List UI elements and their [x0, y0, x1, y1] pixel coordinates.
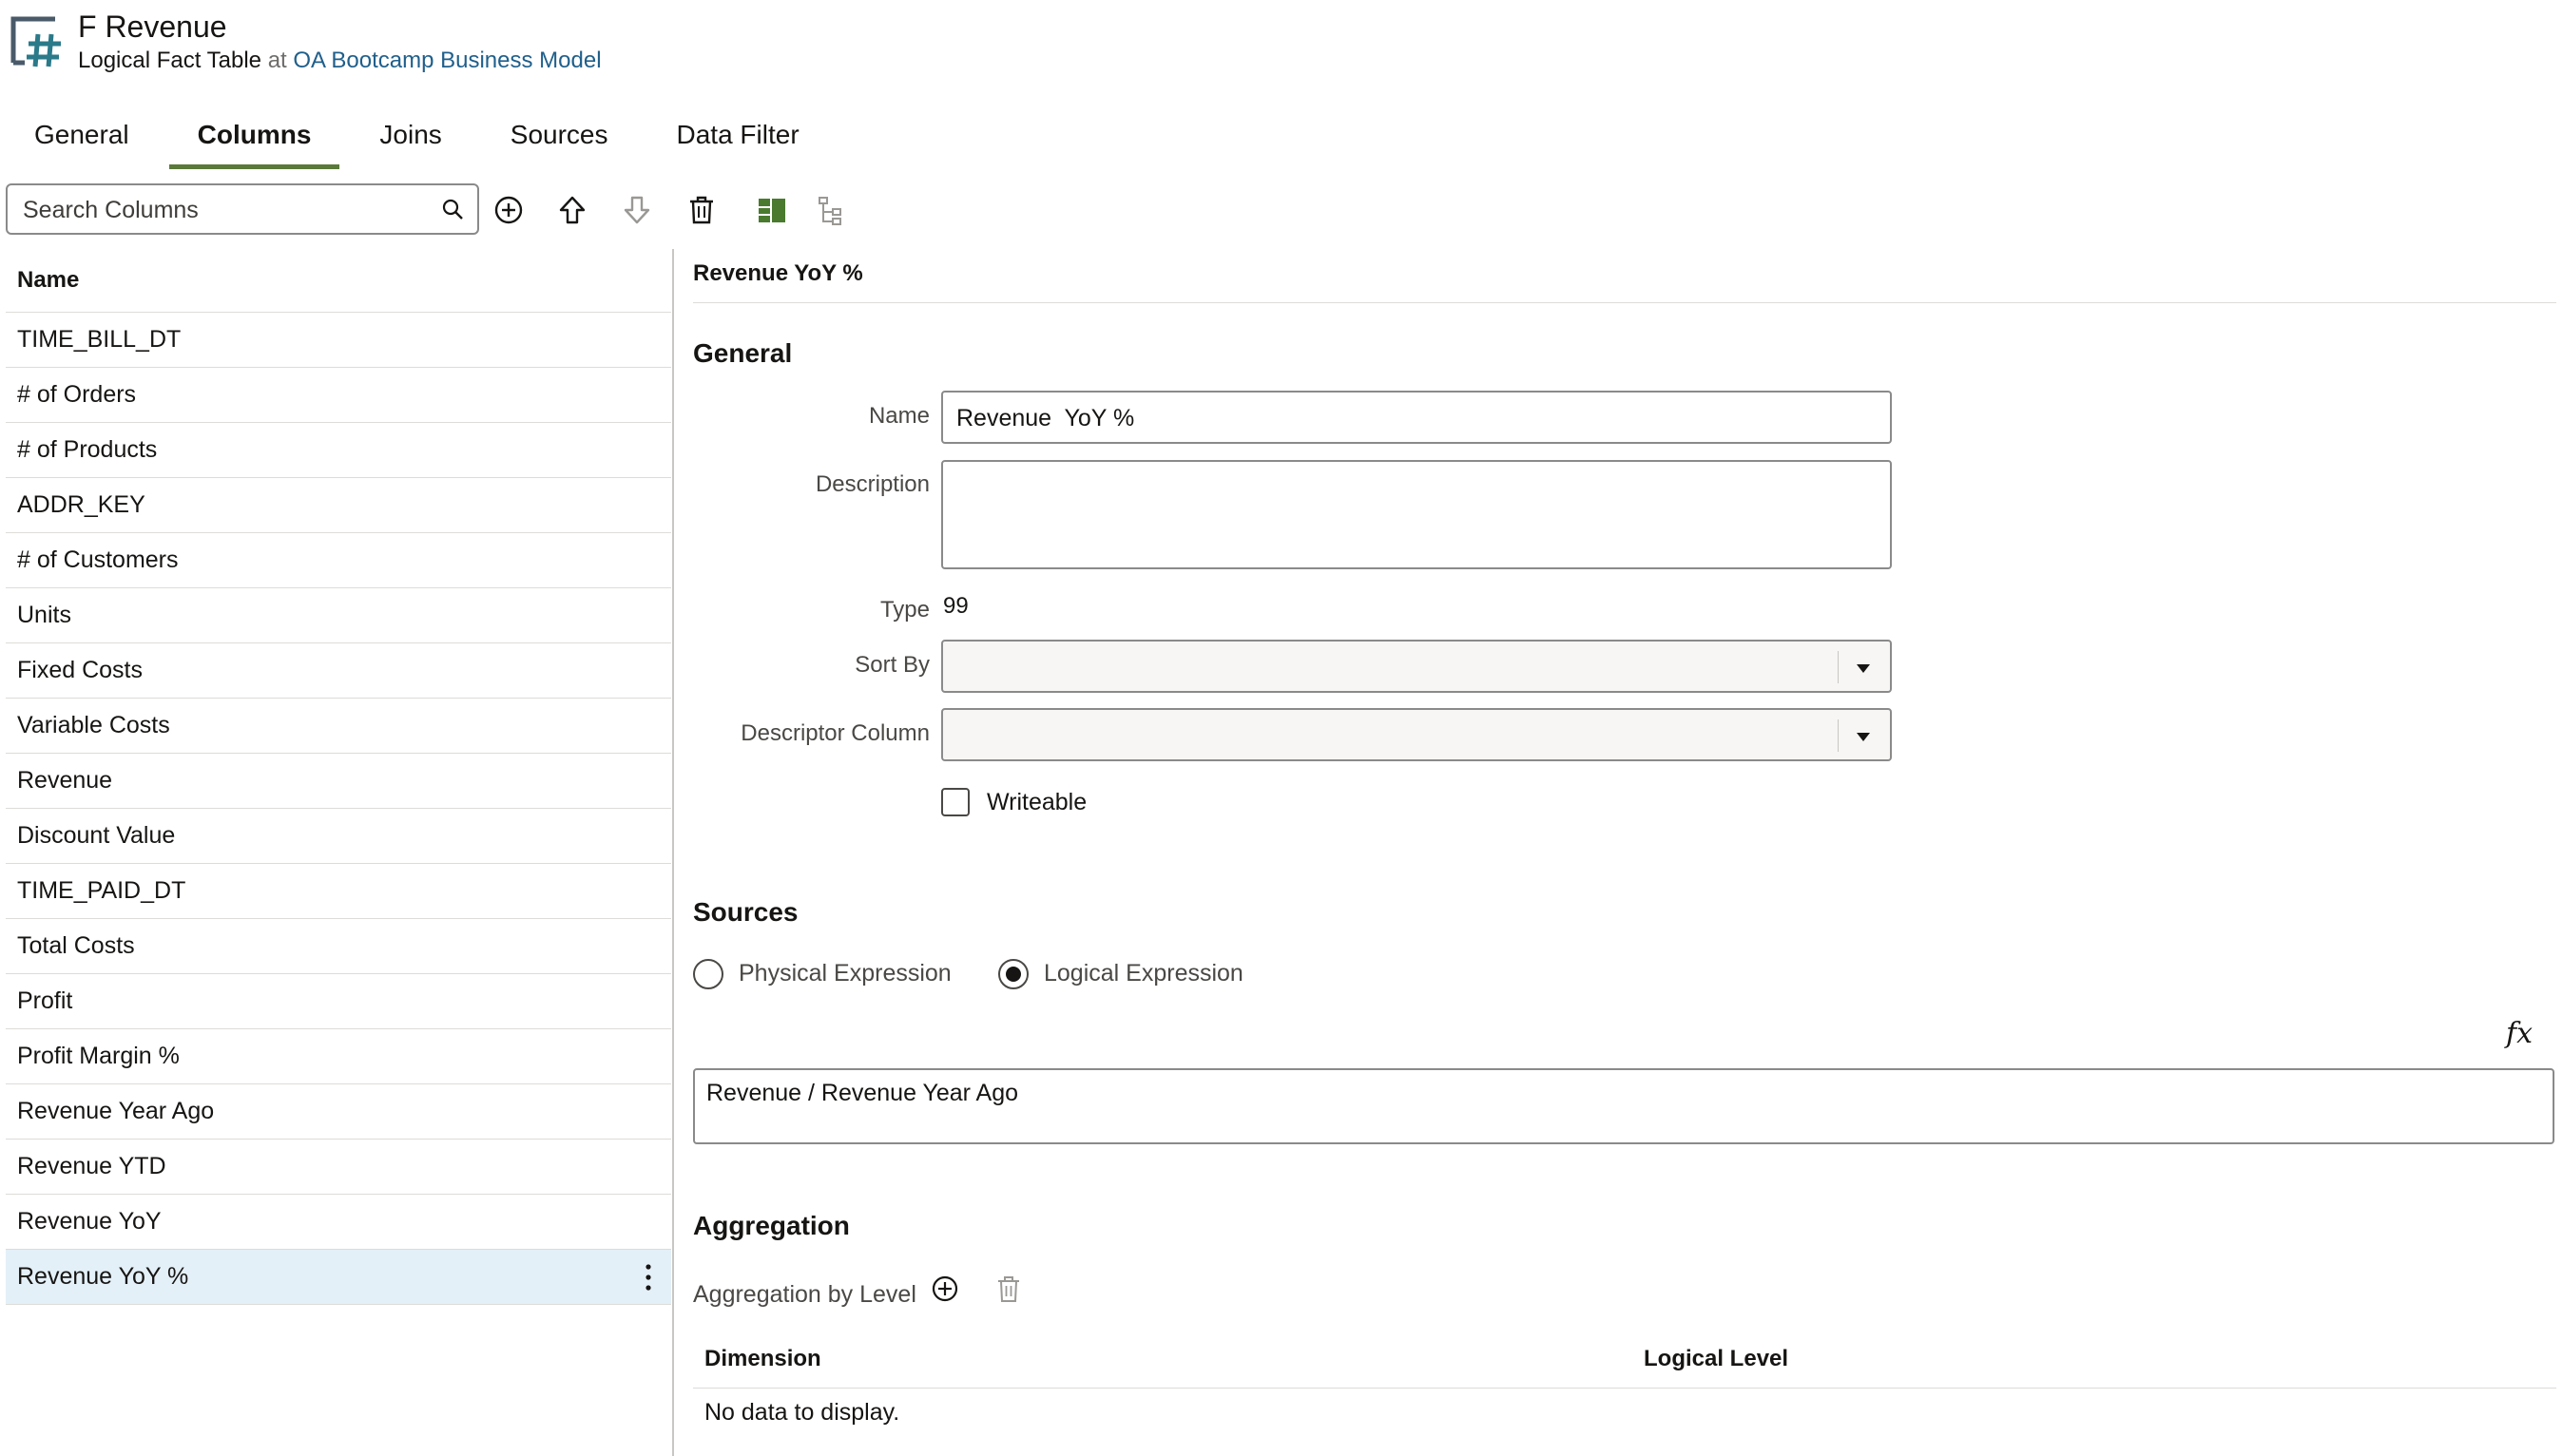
descriptor-column-label: Descriptor Column [741, 720, 930, 746]
tab-sources[interactable]: Sources [482, 112, 637, 165]
move-up-icon[interactable] [556, 194, 588, 226]
select-divider [1838, 651, 1839, 683]
list-item[interactable]: Variable Costs [6, 699, 671, 754]
move-down-icon[interactable] [621, 194, 653, 226]
description-label: Description [815, 471, 930, 497]
aggregation-by-level-label: Aggregation by Level [693, 1281, 916, 1308]
section-general-heading: General [693, 338, 793, 368]
list-item[interactable]: # of Customers [6, 533, 671, 588]
chevron-down-icon[interactable] [1852, 725, 1875, 748]
description-input[interactable] [954, 469, 1880, 565]
aggregation-table: Dimension Logical Level No data to displ… [693, 1334, 2556, 1426]
list-item[interactable]: # of Orders [6, 368, 671, 423]
logical-fact-table-icon [10, 13, 65, 68]
object-type-label: Logical Fact Table [78, 48, 262, 73]
list-item[interactable]: Revenue YoY [6, 1195, 671, 1250]
list-item[interactable]: Profit [6, 974, 671, 1029]
type-value: 99 [943, 593, 969, 619]
add-column-icon[interactable] [492, 194, 525, 226]
expression-field[interactable]: Revenue / Revenue Year Ago [693, 1068, 2554, 1144]
tab-joins[interactable]: Joins [351, 112, 470, 165]
column-header-dimension[interactable]: Dimension [704, 1346, 821, 1372]
section-aggregation-heading: Aggregation [693, 1211, 850, 1240]
tab-columns[interactable]: Columns [168, 112, 340, 169]
list-item[interactable]: TIME_BILL_DT [6, 313, 671, 368]
business-model-link[interactable]: OA Bootcamp Business Model [293, 48, 601, 73]
name-field-box [941, 391, 1892, 444]
column-header-logical-level[interactable]: Logical Level [1644, 1346, 1788, 1372]
expression-text: Revenue / Revenue Year Ago [706, 1080, 1019, 1106]
logical-expression-label[interactable]: Logical Expression [1044, 960, 1243, 987]
list-item[interactable]: Fixed Costs [6, 643, 671, 699]
list-item[interactable]: # of Products [6, 423, 671, 478]
tab-bar: General Columns Joins Sources Data Filte… [0, 112, 839, 169]
list-item[interactable]: Revenue Year Ago [6, 1084, 671, 1140]
hierarchy-icon[interactable] [816, 194, 848, 226]
list-item-label: Revenue YoY % [17, 1263, 189, 1290]
sort-by-select[interactable] [941, 640, 1892, 693]
list-item[interactable]: ADDR_KEY [6, 478, 671, 533]
table-header: Dimension Logical Level [693, 1334, 2556, 1389]
search-icon[interactable] [441, 198, 464, 220]
subtitle-at: at [267, 48, 287, 73]
section-sources-heading: Sources [693, 897, 799, 927]
add-level-icon[interactable] [930, 1274, 960, 1304]
list-header-name[interactable]: Name [6, 249, 671, 313]
list-item[interactable]: Revenue YTD [6, 1140, 671, 1195]
columns-list: Name TIME_BILL_DT # of Orders # of Produ… [6, 249, 671, 1305]
page-subtitle: Logical Fact Table at OA Bootcamp Busine… [78, 46, 602, 76]
writeable-checkbox[interactable] [941, 788, 970, 816]
list-item[interactable]: Total Costs [6, 919, 671, 974]
expression-builder-icon[interactable]: fx [2506, 1017, 2533, 1050]
name-label: Name [868, 403, 930, 429]
description-field-box [941, 460, 1892, 569]
list-item[interactable]: Revenue [6, 754, 671, 809]
list-item-selected[interactable]: Revenue YoY % [6, 1250, 671, 1305]
name-input[interactable] [954, 393, 1871, 444]
tab-data-filter[interactable]: Data Filter [648, 112, 828, 165]
type-label: Type [879, 597, 930, 623]
list-item[interactable]: TIME_PAID_DT [6, 864, 671, 919]
layout-icon[interactable] [756, 194, 788, 226]
delete-level-icon[interactable] [994, 1274, 1023, 1304]
list-item[interactable]: Discount Value [6, 809, 671, 864]
descriptor-column-select[interactable] [941, 708, 1892, 761]
delete-icon[interactable] [685, 194, 718, 226]
sort-by-label: Sort By [855, 652, 930, 678]
search-columns-box [6, 183, 479, 235]
more-actions-icon[interactable] [643, 1263, 654, 1292]
writeable-label[interactable]: Writeable [987, 789, 1087, 816]
chevron-down-icon[interactable] [1852, 657, 1875, 680]
physical-expression-radio[interactable] [693, 959, 723, 989]
pane-splitter[interactable] [672, 249, 674, 1456]
search-columns-input[interactable] [21, 185, 434, 235]
list-item[interactable]: Units [6, 588, 671, 643]
divider [693, 302, 2556, 303]
select-divider [1838, 719, 1839, 752]
logical-expression-radio[interactable] [998, 959, 1029, 989]
list-item[interactable]: Profit Margin % [6, 1029, 671, 1084]
physical-expression-label[interactable]: Physical Expression [739, 960, 952, 987]
page-title: F Revenue [78, 10, 227, 44]
tab-general[interactable]: General [6, 112, 158, 165]
detail-title: Revenue YoY % [693, 260, 863, 286]
empty-table-message: No data to display. [704, 1399, 900, 1426]
